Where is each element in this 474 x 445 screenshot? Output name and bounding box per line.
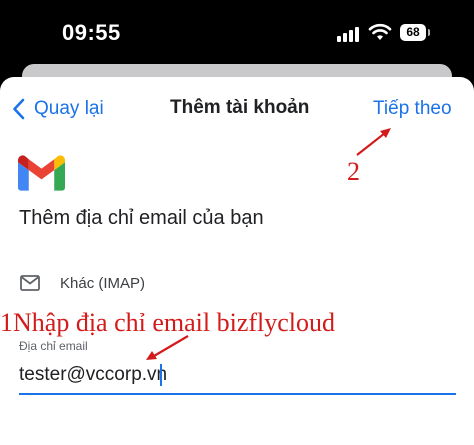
gmail-logo — [18, 155, 65, 191]
battery-tip — [428, 29, 430, 36]
email-field-underline — [19, 393, 456, 395]
add-email-heading: Thêm địa chỉ email của bạn — [19, 207, 264, 229]
status-bar: 09:55 68 — [0, 0, 474, 70]
text-caret — [160, 364, 162, 386]
annotation-step-2: 2 — [347, 157, 360, 186]
battery-icon: 68 — [400, 24, 426, 41]
signal-icon — [337, 26, 361, 42]
mail-icon — [20, 275, 40, 291]
status-time: 09:55 — [62, 20, 121, 45]
account-type-label: Khác (IMAP) — [60, 275, 146, 292]
back-label: Quay lại — [34, 98, 104, 119]
wifi-icon — [368, 23, 392, 40]
modal-sheet — [0, 77, 474, 445]
page-title: Thêm tài khoản — [170, 97, 310, 118]
chevron-left-icon — [13, 98, 25, 120]
back-button[interactable]: Quay lại — [12, 96, 104, 122]
annotation-step-1: 1Nhập địa chỉ email bizflycloud — [0, 308, 336, 337]
next-button[interactable]: Tiếp theo — [373, 98, 452, 120]
email-field-label: Địa chỉ email — [19, 339, 88, 353]
email-field[interactable] — [19, 364, 439, 386]
